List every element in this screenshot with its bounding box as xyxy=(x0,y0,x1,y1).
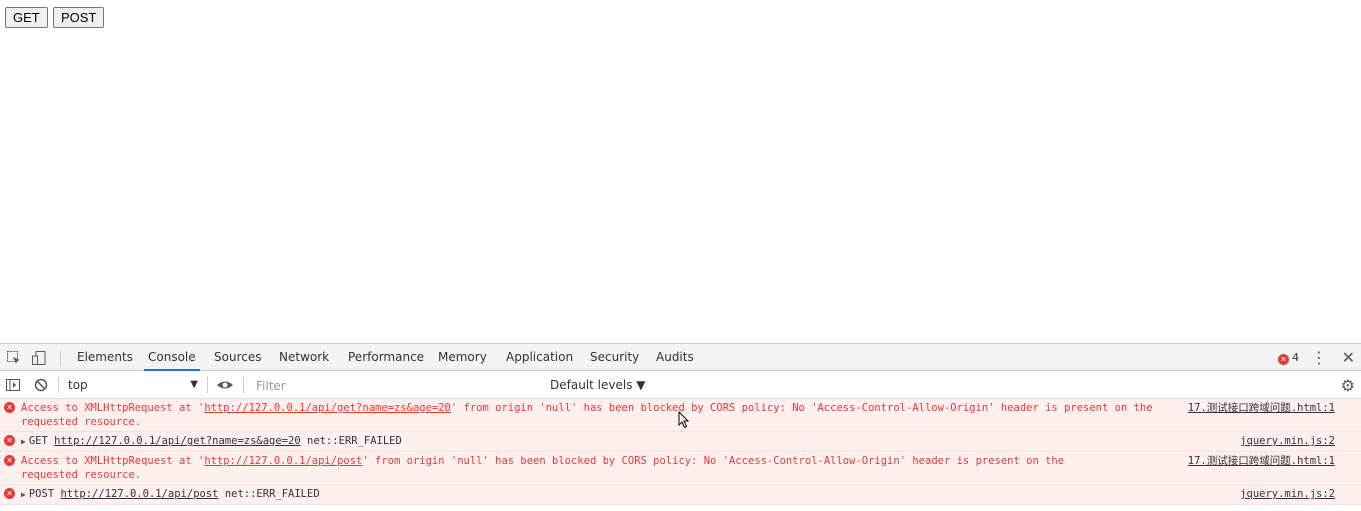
tab-console[interactable]: Console xyxy=(144,344,200,371)
source-link[interactable]: 17.测试接口跨域问题.html:1 xyxy=(1188,401,1335,415)
error-icon: ✕ xyxy=(1278,354,1289,365)
post-button[interactable]: POST xyxy=(53,7,105,28)
message-url-link[interactable]: http://127.0.0.1/api/get?name=zs&age=20 xyxy=(54,435,301,447)
message-url-link[interactable]: http://127.0.0.1/api/get?name=zs&age=20 xyxy=(204,402,451,414)
list-item: ✕ Access to XMLHttpRequest at 'http://12… xyxy=(0,452,1361,485)
close-icon[interactable]: ✕ xyxy=(1342,344,1355,371)
context-selector[interactable]: top ▼ xyxy=(64,375,202,395)
error-counter[interactable]: ✕ 4 xyxy=(1278,344,1299,371)
get-button[interactable]: GET xyxy=(5,7,48,28)
tab-memory[interactable]: Memory xyxy=(434,344,491,371)
message-url-link[interactable]: http://127.0.0.1/api/post xyxy=(204,455,362,467)
toolbar-divider xyxy=(58,377,59,393)
dropdown-arrow-icon: ▼ xyxy=(190,379,198,390)
source-link[interactable]: jquery.min.js:2 xyxy=(1240,487,1335,501)
source-link[interactable]: 17.测试接口跨域问题.html:1 xyxy=(1188,454,1335,468)
error-icon: ✕ xyxy=(4,488,15,499)
request-method: POST xyxy=(28,488,55,500)
console-toolbar: top ▼ Filter Default levels ▼ ⚙ xyxy=(0,371,1361,399)
message-text: Access to XMLHttpRequest at ' xyxy=(21,402,205,414)
error-icon: ✕ xyxy=(4,455,15,466)
live-expression-eye-icon[interactable] xyxy=(216,377,233,393)
error-message: Access to XMLHttpRequest at 'http://127.… xyxy=(21,454,1121,482)
message-text: net::ERR_FAILED xyxy=(300,435,402,447)
filter-input[interactable]: Filter xyxy=(250,375,540,395)
tab-elements[interactable]: Elements xyxy=(73,344,137,371)
error-count-value: 4 xyxy=(1292,351,1299,364)
devtools-tabbar: Elements Console Sources Network Perform… xyxy=(0,344,1361,371)
tabbar-divider xyxy=(60,350,61,366)
message-url-link[interactable]: http://127.0.0.1/api/post xyxy=(60,488,218,500)
gear-icon[interactable]: ⚙ xyxy=(1341,376,1355,395)
tab-audits[interactable]: Audits xyxy=(652,344,698,371)
network-error-message[interactable]: ▶ POST http://127.0.0.1/api/post net::ERR… xyxy=(21,487,1161,502)
device-toolbar-icon[interactable] xyxy=(31,350,47,366)
tab-security[interactable]: Security xyxy=(586,344,643,371)
tab-sources[interactable]: Sources xyxy=(210,344,265,371)
message-text: Access to XMLHttpRequest at ' xyxy=(21,455,205,467)
message-text: net::ERR_FAILED xyxy=(218,488,320,500)
request-method: GET xyxy=(28,435,48,447)
clear-console-icon[interactable] xyxy=(33,377,49,393)
network-error-message[interactable]: ▶ GET http://127.0.0.1/api/get?name=zs&ag… xyxy=(21,434,1161,449)
tab-application[interactable]: Application xyxy=(502,344,577,371)
list-item: ✕ ▶ POST http://127.0.0.1/api/post net::E… xyxy=(0,485,1361,505)
inspect-element-icon[interactable] xyxy=(6,350,22,366)
expand-triangle-icon[interactable]: ▶ xyxy=(21,490,26,499)
list-item: ✕ ▶ GET http://127.0.0.1/api/get?name=zs&… xyxy=(0,432,1361,452)
toolbar-divider xyxy=(243,377,244,393)
toolbar-divider xyxy=(207,377,208,393)
page-viewport: GET POST xyxy=(0,0,1361,343)
error-icon: ✕ xyxy=(4,402,15,413)
tab-network[interactable]: Network xyxy=(275,344,333,371)
error-icon: ✕ xyxy=(4,435,15,446)
mouse-cursor-icon xyxy=(678,411,690,429)
tab-performance[interactable]: Performance xyxy=(344,344,428,371)
error-message: Access to XMLHttpRequest at 'http://127.… xyxy=(21,401,1161,429)
show-sidebar-icon[interactable] xyxy=(5,377,21,393)
more-options-icon[interactable]: ⋮ xyxy=(1311,344,1327,371)
expand-triangle-icon[interactable]: ▶ xyxy=(21,437,26,446)
context-value: top xyxy=(68,378,88,392)
source-link[interactable]: jquery.min.js:2 xyxy=(1240,434,1335,448)
log-levels-dropdown[interactable]: Default levels ▼ xyxy=(550,375,646,395)
